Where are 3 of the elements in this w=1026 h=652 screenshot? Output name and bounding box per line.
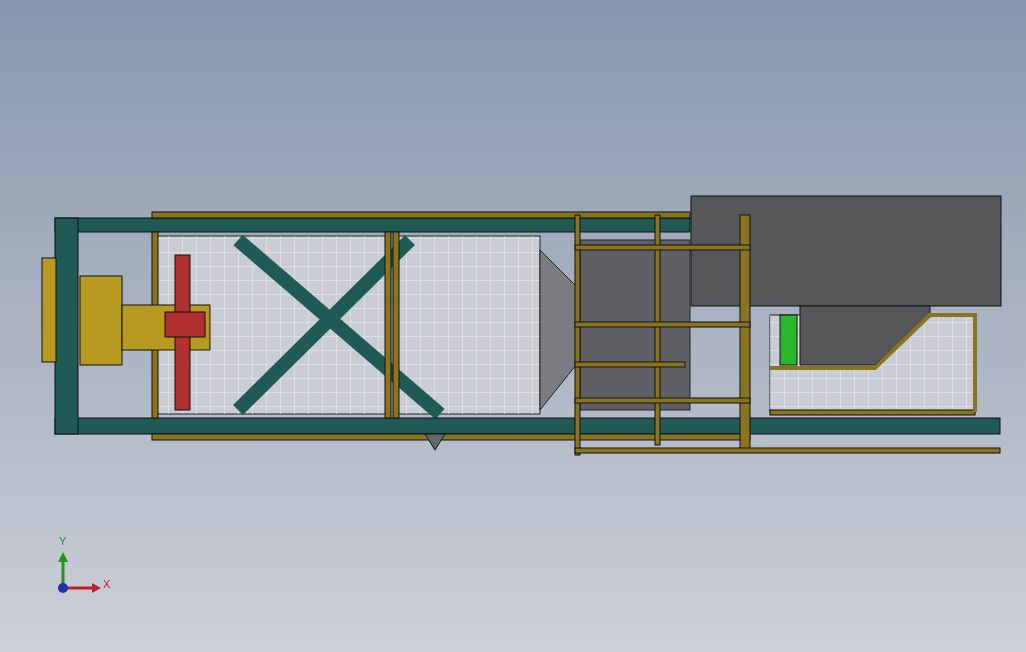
y-axis-label: Y (59, 535, 67, 547)
axis-triad-icon (58, 552, 101, 593)
x-axis-label: X (103, 578, 111, 590)
